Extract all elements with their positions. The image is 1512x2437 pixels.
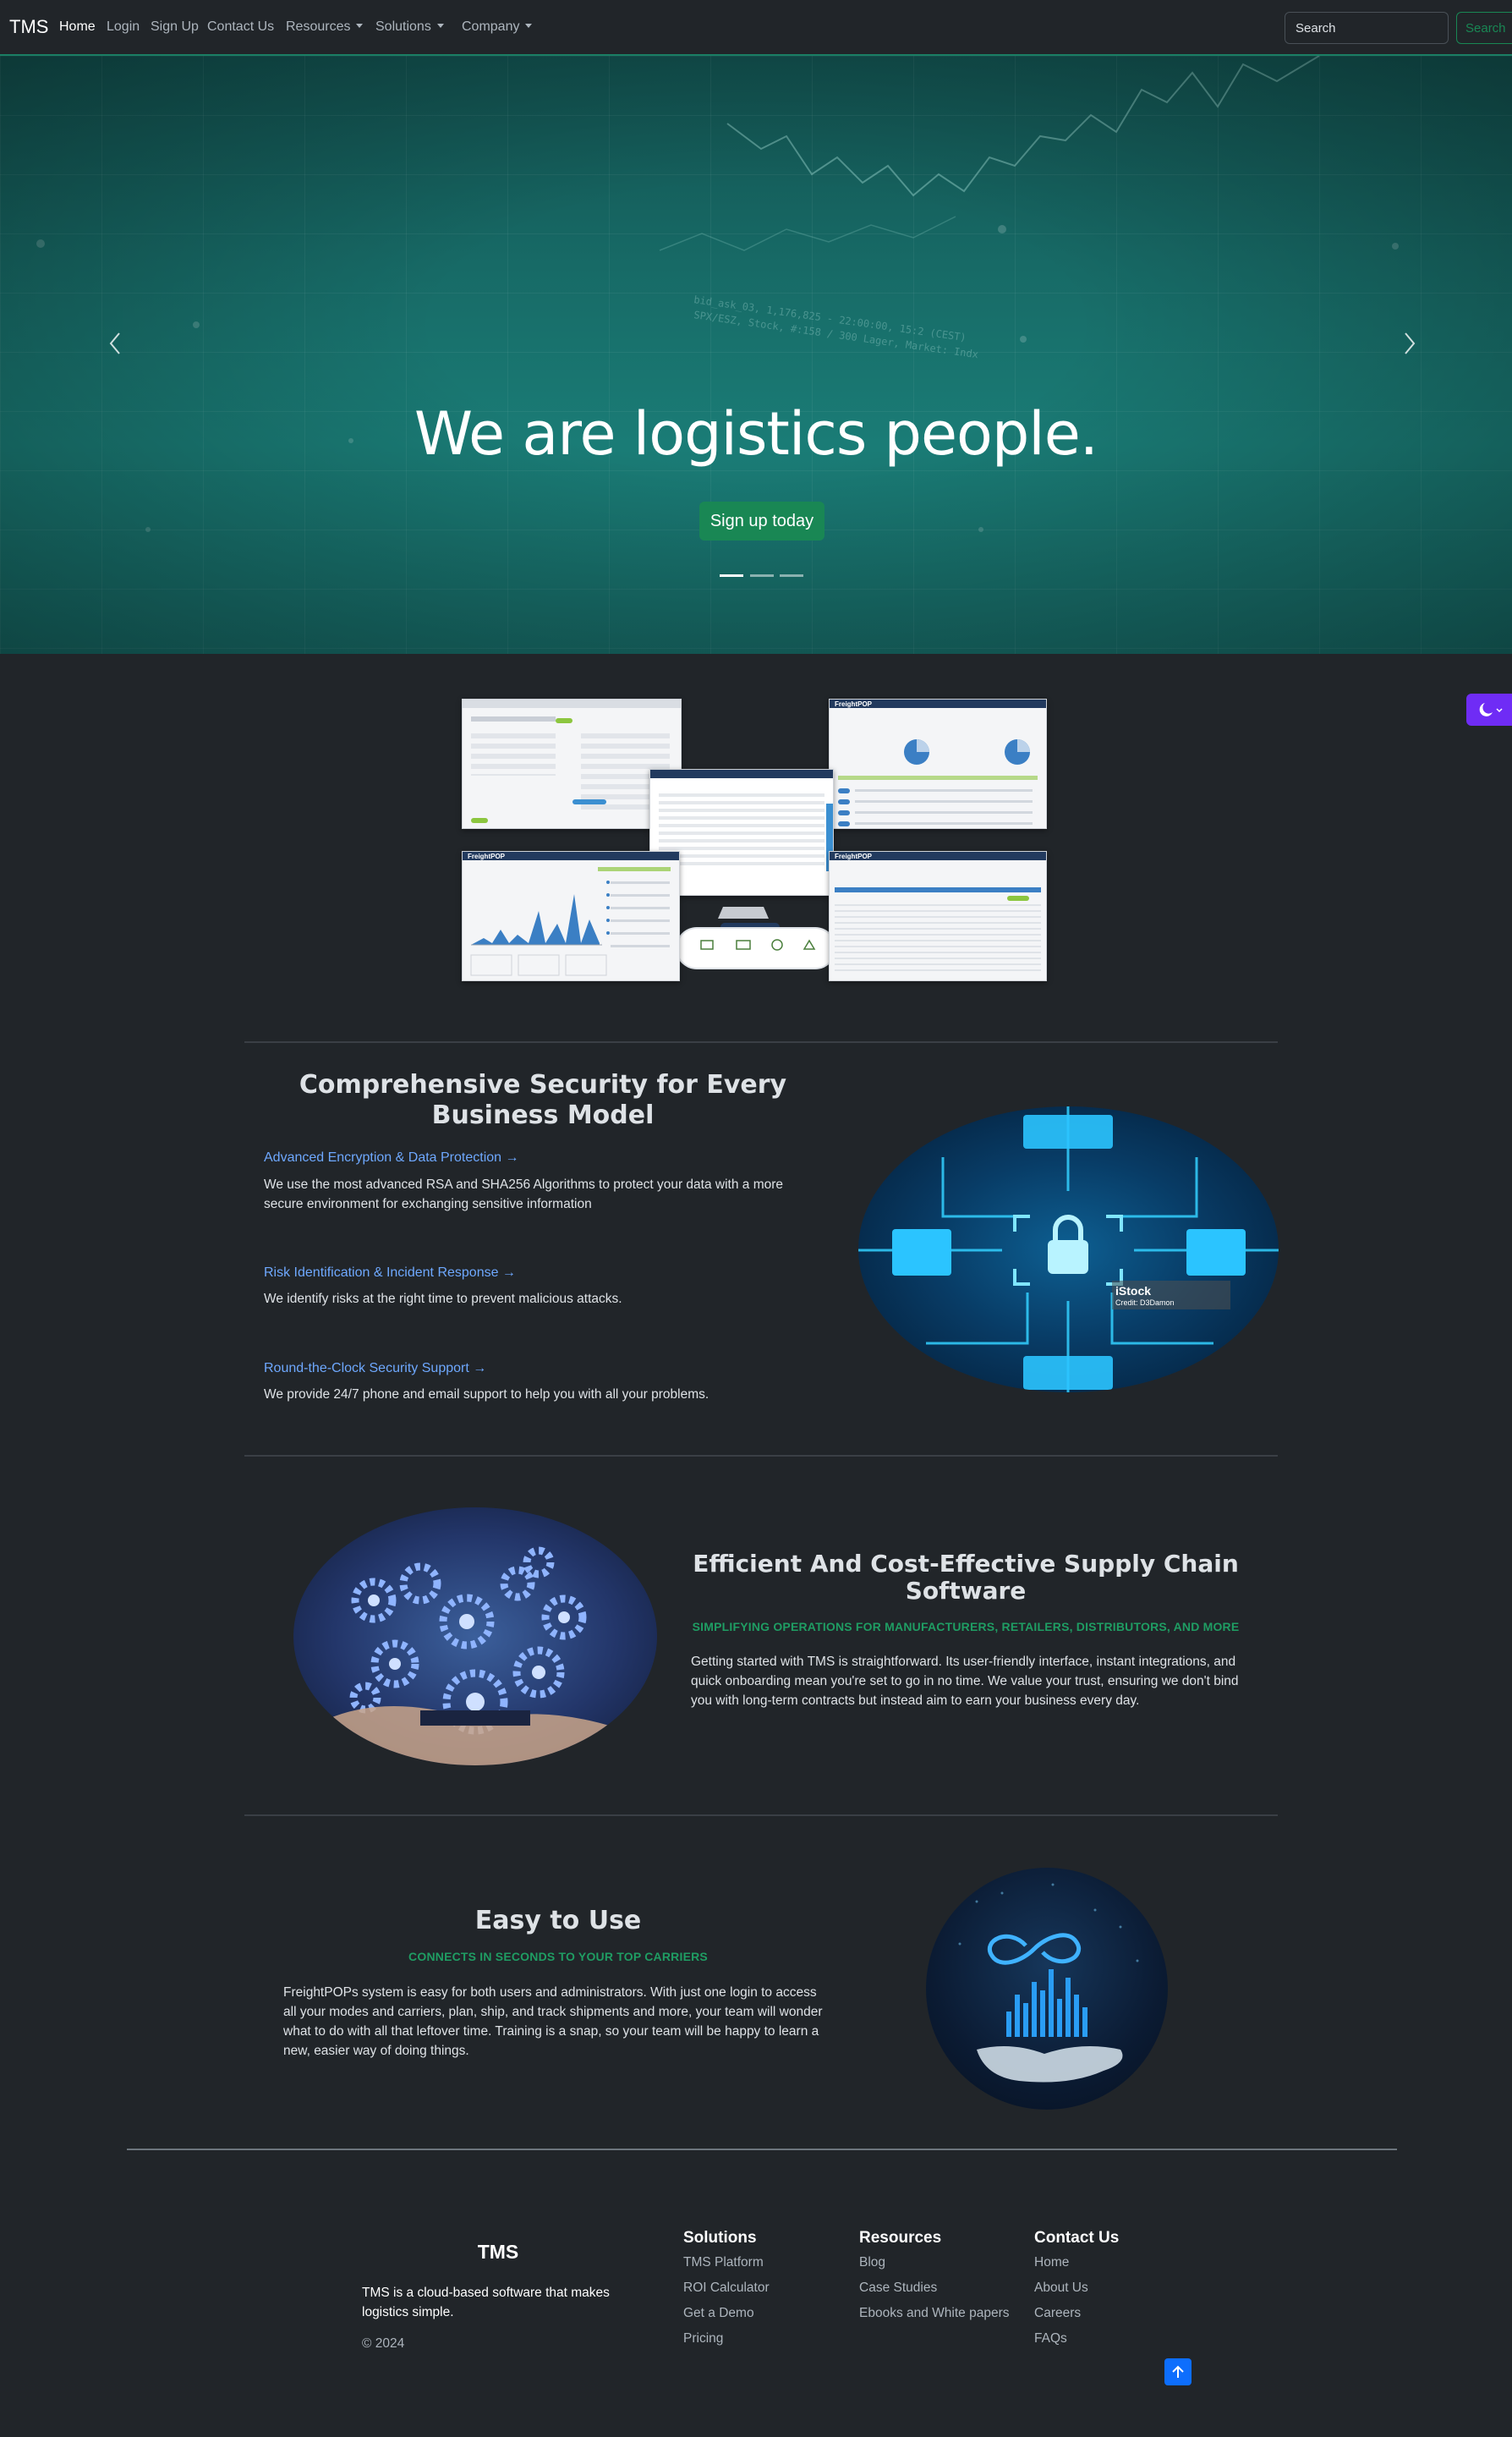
footer-link-faqs[interactable]: FAQs [1034, 2331, 1067, 2346]
image-credit: Credit: D3Damon [1115, 1298, 1175, 1307]
caret-down-icon [525, 24, 533, 28]
navbar: TMS Home Login Sign Up Contact Us Resour… [0, 0, 1512, 56]
nav-contact[interactable]: Contact Us [207, 19, 274, 35]
nav-solutions-label: Solutions [375, 19, 431, 34]
mockup-carrier-icons [677, 929, 835, 968]
product-screenshots-collage: FreightPOP FreightPOP FreightPOP [462, 699, 1049, 985]
back-to-top-button[interactable] [1164, 2358, 1192, 2385]
footer-link-ebooks[interactable]: Ebooks and White papers [859, 2306, 1010, 2321]
mockup-monitor-stand [718, 907, 769, 919]
footer-link-careers[interactable]: Careers [1034, 2306, 1081, 2321]
theme-toggle-button[interactable] [1466, 694, 1512, 726]
feature-text-risk: We identify risks at the right time to p… [264, 1292, 622, 1306]
carousel-indicator-1[interactable] [720, 574, 743, 577]
brand-logo[interactable]: TMS [9, 16, 48, 38]
mockup-brand: FreightPOP [835, 700, 873, 708]
footer-divider [127, 2149, 1397, 2150]
feature-link-support[interactable]: Round-the-Clock Security Support → [264, 1361, 486, 1376]
footer-tagline: TMS is a cloud-based software that makes… [362, 2286, 610, 2319]
nav-login[interactable]: Login [107, 19, 140, 35]
feature-link-risk[interactable]: Risk Identification & Incident Response … [264, 1265, 516, 1281]
footer-link-roi-calculator[interactable]: ROI Calculator [683, 2281, 770, 2296]
gears-icon [319, 1546, 615, 1765]
easy-text: FreightPOPs system is easy for both user… [283, 1985, 823, 2058]
moon-icon [1479, 703, 1503, 716]
hero-signup-button[interactable]: Sign up today [699, 502, 824, 541]
feature-text-support: We provide 24/7 phone and email support … [264, 1387, 709, 1402]
easy-subtitle: Connects in seconds to your top carriers [408, 1950, 708, 1963]
footer-link-about[interactable]: About Us [1034, 2281, 1088, 2296]
easy-infinity-image [926, 1868, 1168, 2110]
caret-down-icon [356, 24, 364, 28]
nav-resources-label: Resources [286, 19, 351, 34]
supply-chain-gears-image [293, 1507, 657, 1765]
footer-brand: TMS [477, 2241, 519, 2263]
nav-solutions-dropdown[interactable]: Solutions [375, 19, 444, 35]
nav-home[interactable]: Home [59, 19, 96, 35]
feature-text-encryption: We use the most advanced RSA and SHA256 … [264, 1177, 784, 1211]
footer-link-tms-platform[interactable]: TMS Platform [683, 2255, 764, 2270]
feature-link-encryption[interactable]: Advanced Encryption & Data Protection → [264, 1150, 519, 1166]
mockup-screen-pie-charts: FreightPOP [829, 699, 1047, 829]
supply-chain-title: Efficient And Cost-Effective Supply Chai… [693, 1550, 1239, 1605]
carousel-indicator-3[interactable] [780, 574, 803, 577]
search-input[interactable] [1285, 12, 1449, 44]
arrow-up-icon [1172, 2365, 1184, 2378]
footer-link-case-studies[interactable]: Case Studies [859, 2281, 937, 2296]
footer-link-blog[interactable]: Blog [859, 2255, 885, 2270]
supply-chain-subtitle: Simplifying operations for manufacturers… [692, 1620, 1240, 1633]
nav-company-dropdown[interactable]: Company [462, 19, 533, 35]
carousel-next-button[interactable] [1385, 310, 1436, 377]
mockup-screen-area-chart: FreightPOP [462, 851, 680, 981]
section-divider [244, 1814, 1278, 1816]
supply-chain-text: Getting started with TMS is straightforw… [691, 1655, 1239, 1708]
mockup-brand: FreightPOP [468, 853, 506, 860]
footer-solutions-title: Solutions [683, 2229, 757, 2247]
search-button[interactable]: Search [1456, 12, 1512, 44]
footer-contact-title: Contact Us [1034, 2229, 1120, 2247]
chevron-right-icon [1405, 332, 1416, 354]
image-watermark: iStock [1115, 1284, 1152, 1298]
security-title: Comprehensive Security for Every Busines… [299, 1070, 787, 1130]
chevron-left-icon [109, 332, 120, 354]
footer-copyright: © 2024 [362, 2336, 405, 2351]
hero-carousel: bid_ask_03, 1,176,825 - 22:00:00, 15:2 (… [0, 56, 1512, 654]
mockup-brand: FreightPOP [835, 853, 873, 860]
infinity-icon [958, 1883, 1139, 2083]
section-divider [244, 1041, 1278, 1043]
nav-signup[interactable]: Sign Up [151, 19, 199, 35]
footer-link-pricing[interactable]: Pricing [683, 2331, 723, 2346]
section-divider [244, 1455, 1278, 1457]
carousel-prev-button[interactable] [89, 310, 140, 377]
lock-icon [858, 1106, 1279, 1392]
mockup-screen-form [462, 699, 682, 829]
mockup-screen-table: FreightPOP [829, 851, 1047, 981]
nav-company-label: Company [462, 19, 520, 34]
hero-title: We are logistics people. [414, 399, 1098, 469]
footer-link-get-demo[interactable]: Get a Demo [683, 2306, 754, 2321]
footer-resources-title: Resources [859, 2229, 942, 2247]
nav-resources-dropdown[interactable]: Resources [286, 19, 364, 35]
security-lock-image: iStock Credit: D3Damon [858, 1106, 1279, 1392]
easy-title: Easy to Use [474, 1906, 642, 1935]
footer-link-home[interactable]: Home [1034, 2255, 1069, 2270]
caret-down-icon [436, 24, 444, 28]
hero-vignette [0, 56, 1512, 654]
carousel-indicator-2[interactable] [750, 574, 774, 577]
